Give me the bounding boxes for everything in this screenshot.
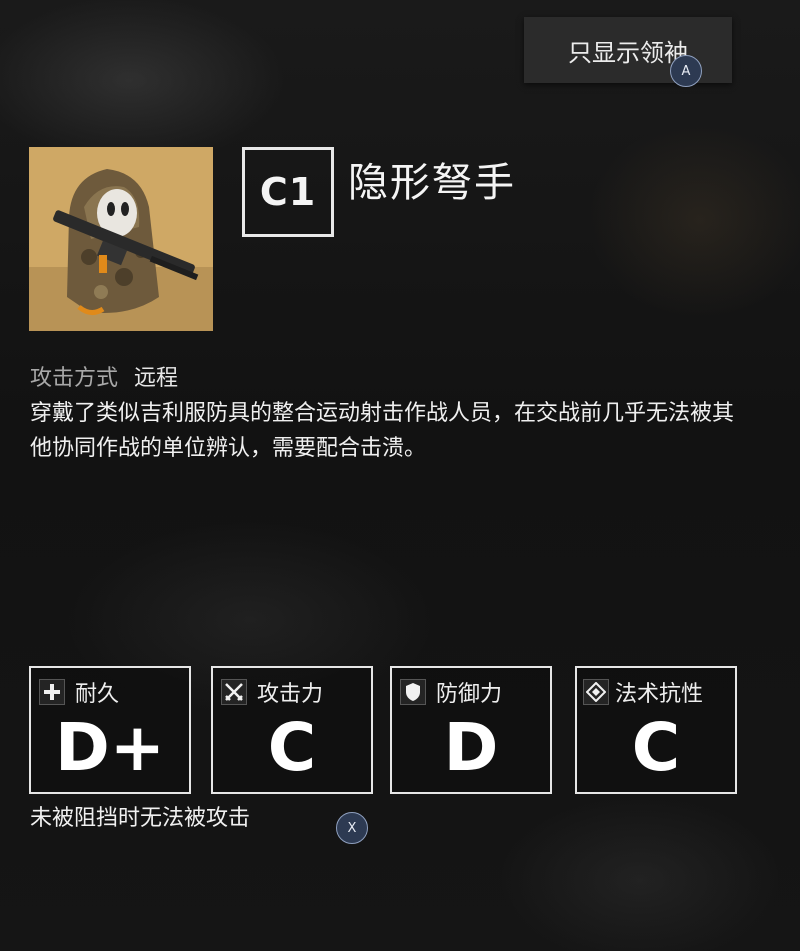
button-hint-a-icon: A xyxy=(670,55,702,87)
stat-label: 耐久 xyxy=(75,682,120,707)
crossed-swords-icon xyxy=(221,679,247,705)
show-leaders-only-label: 只显示领袖 xyxy=(568,38,688,67)
stat-box-attack: 攻击力 C xyxy=(211,666,373,794)
enemy-level-badge: C1 xyxy=(242,147,334,237)
stat-grade: C xyxy=(267,709,317,786)
attack-type-value: 远程 xyxy=(134,366,179,391)
stat-box-endurance: 耐久 D+ xyxy=(29,666,191,794)
stat-grade: C xyxy=(631,709,681,786)
enemy-description: 穿戴了类似吉利服防具的整合运动射击作战人员，在交战前几乎无法被其他协同作战的单位… xyxy=(30,401,735,461)
stat-label: 法术抗性 xyxy=(615,682,704,707)
stat-grade: D xyxy=(443,709,499,786)
enemy-portrait xyxy=(29,147,213,331)
diamond-icon xyxy=(583,679,609,705)
stat-grade: D+ xyxy=(54,709,166,786)
plus-icon xyxy=(39,679,65,705)
attack-type-label: 攻击方式 xyxy=(30,366,119,391)
enemy-name: 隐形弩手 xyxy=(348,160,516,206)
stat-label: 攻击力 xyxy=(257,682,324,707)
button-hint-x-icon[interactable]: X xyxy=(336,812,368,844)
attack-type-row: 攻击方式 远程 xyxy=(30,360,178,392)
enemy-level-text: C1 xyxy=(259,170,317,214)
stat-box-defense: 防御力 D xyxy=(390,666,552,794)
stat-label: 防御力 xyxy=(436,682,503,707)
stat-box-arts-resistance: 法术抗性 C xyxy=(575,666,737,794)
shield-icon xyxy=(400,679,426,705)
crossbowman-portrait-image xyxy=(29,147,213,331)
enemy-trait: 未被阻挡时无法被攻击 xyxy=(30,806,251,831)
